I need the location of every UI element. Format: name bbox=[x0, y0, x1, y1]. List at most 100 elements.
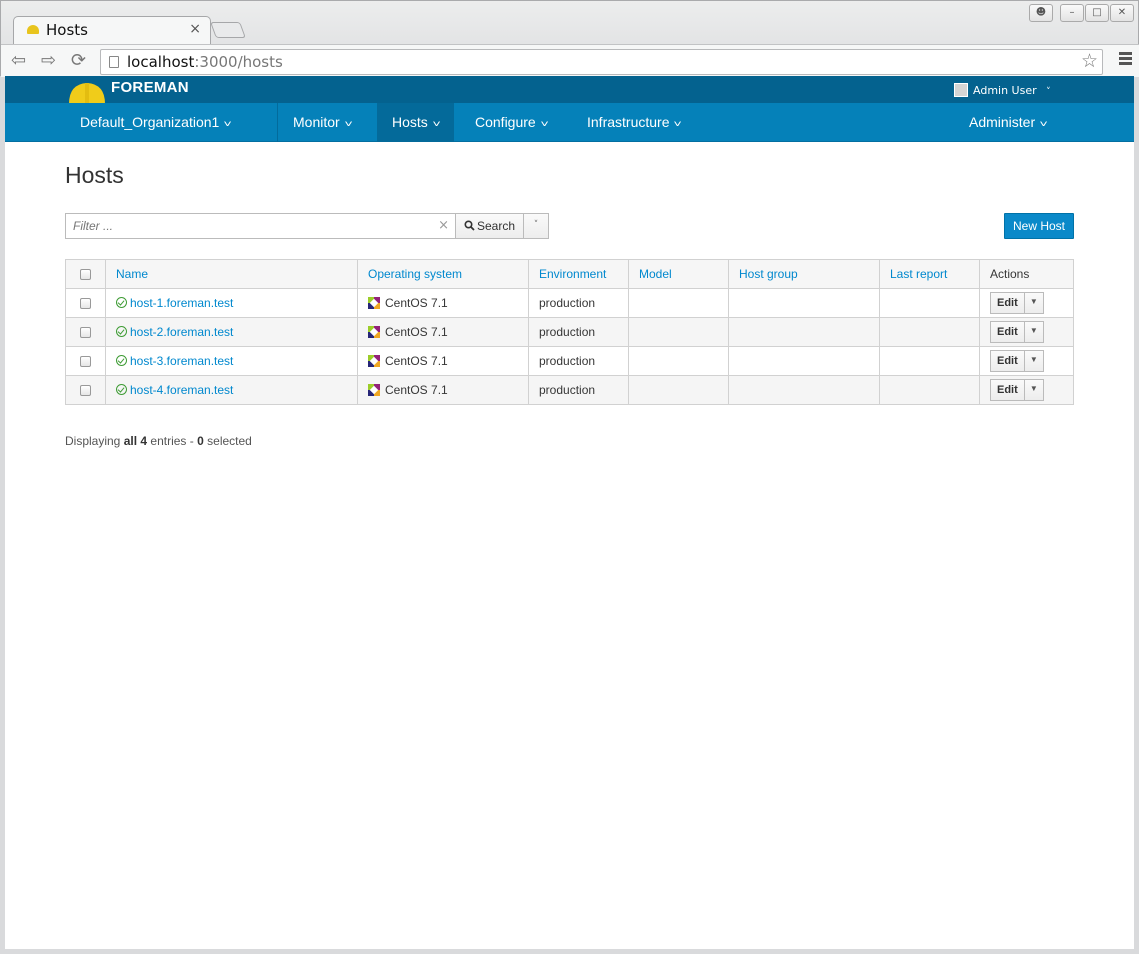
header-os[interactable]: Operating system bbox=[357, 259, 529, 289]
bookmarks-dropdown-button[interactable]: ˅ bbox=[523, 213, 549, 239]
actions-dropdown-button[interactable]: ▼ bbox=[1024, 350, 1044, 372]
status-ok-icon bbox=[116, 355, 127, 366]
edit-button[interactable]: Edit bbox=[990, 379, 1025, 401]
row-select-cell bbox=[65, 346, 106, 376]
host-name-cell: host-1.foreman.test bbox=[105, 288, 358, 318]
maximize-icon[interactable]: □ bbox=[1085, 4, 1109, 22]
bookmark-star-icon[interactable]: ☆ bbox=[1081, 50, 1098, 72]
table-row: host-2.foreman.test CentOS 7.1 productio… bbox=[65, 317, 1074, 347]
nav-organization[interactable]: Default_Organization1 ˅ bbox=[80, 103, 233, 142]
table-row: host-3.foreman.test CentOS 7.1 productio… bbox=[65, 346, 1074, 376]
minimize-icon[interactable]: – bbox=[1060, 4, 1084, 22]
header-last-report[interactable]: Last report bbox=[879, 259, 980, 289]
host-link[interactable]: host-1.foreman.test bbox=[130, 296, 233, 310]
search-icon bbox=[464, 220, 475, 231]
forward-icon[interactable]: ⇨ bbox=[41, 50, 56, 71]
chevron-down-icon: ˅ bbox=[223, 119, 233, 129]
row-select-cell bbox=[65, 317, 106, 347]
model-cell bbox=[628, 288, 729, 318]
browser-menu-icon[interactable] bbox=[1119, 52, 1132, 67]
environment-cell: production bbox=[528, 346, 629, 376]
nav-monitor[interactable]: Monitor ˅ bbox=[293, 103, 353, 142]
chevron-down-icon: ˅ bbox=[673, 119, 683, 129]
last-report-cell bbox=[879, 346, 980, 376]
status-ok-icon bbox=[116, 326, 127, 337]
host-link[interactable]: host-2.foreman.test bbox=[130, 325, 233, 339]
select-all-cell bbox=[65, 259, 106, 289]
header-host-group[interactable]: Host group bbox=[728, 259, 880, 289]
chevron-down-icon: ˅ bbox=[1039, 119, 1048, 129]
header-environment[interactable]: Environment bbox=[528, 259, 629, 289]
host-group-cell bbox=[728, 375, 880, 405]
browser-tab[interactable]: Hosts × bbox=[13, 16, 211, 44]
row-select-cell bbox=[65, 375, 106, 405]
avatar bbox=[954, 83, 968, 97]
main-navbar: Default_Organization1 ˅ Monitor ˅ Hosts ˅ C… bbox=[5, 103, 1134, 142]
last-report-cell bbox=[879, 317, 980, 347]
actions-dropdown-button[interactable]: ▼ bbox=[1024, 321, 1044, 343]
edit-button[interactable]: Edit bbox=[990, 292, 1025, 314]
host-link[interactable]: host-3.foreman.test bbox=[130, 354, 233, 368]
model-cell bbox=[628, 375, 729, 405]
foreman-favicon-icon bbox=[27, 25, 39, 34]
hosts-table: Name Operating system Environment Model … bbox=[65, 259, 1074, 405]
actions-cell: Edit ▼ bbox=[979, 375, 1074, 405]
edit-button[interactable]: Edit bbox=[990, 321, 1025, 343]
search-input[interactable] bbox=[66, 214, 426, 238]
user-name: Admin User bbox=[973, 84, 1037, 97]
new-host-button[interactable]: New Host bbox=[1004, 213, 1074, 239]
last-report-cell bbox=[879, 288, 980, 318]
edit-button[interactable]: Edit bbox=[990, 350, 1025, 372]
reload-icon[interactable]: ⟳ bbox=[71, 50, 86, 71]
row-select-cell bbox=[65, 288, 106, 318]
centos-icon bbox=[368, 355, 380, 367]
host-name-cell: host-4.foreman.test bbox=[105, 375, 358, 405]
search-button[interactable]: Search bbox=[455, 213, 524, 239]
row-checkbox[interactable] bbox=[80, 385, 91, 397]
tab-close-icon[interactable]: × bbox=[189, 21, 201, 37]
nav-administer[interactable]: Administer ˅ bbox=[969, 103, 1048, 142]
row-checkbox[interactable] bbox=[80, 356, 91, 368]
nav-hosts[interactable]: Hosts ˅ bbox=[377, 103, 455, 142]
chevron-down-icon: ˅ bbox=[540, 119, 549, 129]
header-model[interactable]: Model bbox=[628, 259, 729, 289]
actions-cell: Edit ▼ bbox=[979, 346, 1074, 376]
actions-dropdown-button[interactable]: ▼ bbox=[1024, 292, 1044, 314]
brand-name[interactable]: FOREMAN bbox=[111, 79, 189, 96]
host-name-cell: host-3.foreman.test bbox=[105, 346, 358, 376]
status-ok-icon bbox=[116, 297, 127, 308]
row-checkbox[interactable] bbox=[80, 327, 91, 339]
header-actions: Actions bbox=[979, 259, 1074, 289]
header-name[interactable]: Name bbox=[105, 259, 358, 289]
select-all-checkbox[interactable] bbox=[80, 269, 91, 281]
browser-toolbar: ⇦ ⇨ ⟳ localhost:3000/hosts ☆ bbox=[1, 44, 1139, 77]
chevron-down-icon: ˅ bbox=[1046, 87, 1051, 97]
back-icon[interactable]: ⇦ bbox=[11, 50, 26, 71]
page-title: Hosts bbox=[65, 162, 124, 188]
table-row: host-1.foreman.test CentOS 7.1 productio… bbox=[65, 288, 1074, 318]
host-link[interactable]: host-4.foreman.test bbox=[130, 383, 233, 397]
nav-configure[interactable]: Configure ˅ bbox=[475, 103, 549, 142]
close-window-icon[interactable]: ✕ bbox=[1110, 4, 1134, 22]
new-tab-button[interactable] bbox=[210, 22, 246, 38]
filter-box: × bbox=[65, 213, 456, 239]
environment-cell: production bbox=[528, 375, 629, 405]
top-bar: FOREMAN Admin User ˅ bbox=[5, 76, 1134, 103]
table-header-row: Name Operating system Environment Model … bbox=[65, 259, 1074, 289]
actions-dropdown-button[interactable]: ▼ bbox=[1024, 379, 1044, 401]
status-ok-icon bbox=[116, 384, 127, 395]
profile-icon[interactable]: ☻ bbox=[1029, 4, 1053, 22]
centos-icon bbox=[368, 297, 380, 309]
browser-chrome: Hosts × ☻ – □ ✕ ⇦ ⇨ ⟳ localhost:3000/hos… bbox=[0, 0, 1139, 77]
environment-cell: production bbox=[528, 317, 629, 347]
model-cell bbox=[628, 346, 729, 376]
user-menu[interactable]: Admin User ˅ bbox=[954, 83, 1051, 97]
clear-icon[interactable]: × bbox=[438, 218, 449, 233]
host-group-cell bbox=[728, 346, 880, 376]
address-bar[interactable]: localhost:3000/hosts ☆ bbox=[100, 49, 1103, 75]
nav-separator bbox=[277, 103, 278, 142]
last-report-cell bbox=[879, 375, 980, 405]
row-checkbox[interactable] bbox=[80, 298, 91, 310]
nav-infrastructure[interactable]: Infrastructure ˅ bbox=[587, 103, 683, 142]
chevron-down-icon: ˅ bbox=[432, 119, 441, 129]
